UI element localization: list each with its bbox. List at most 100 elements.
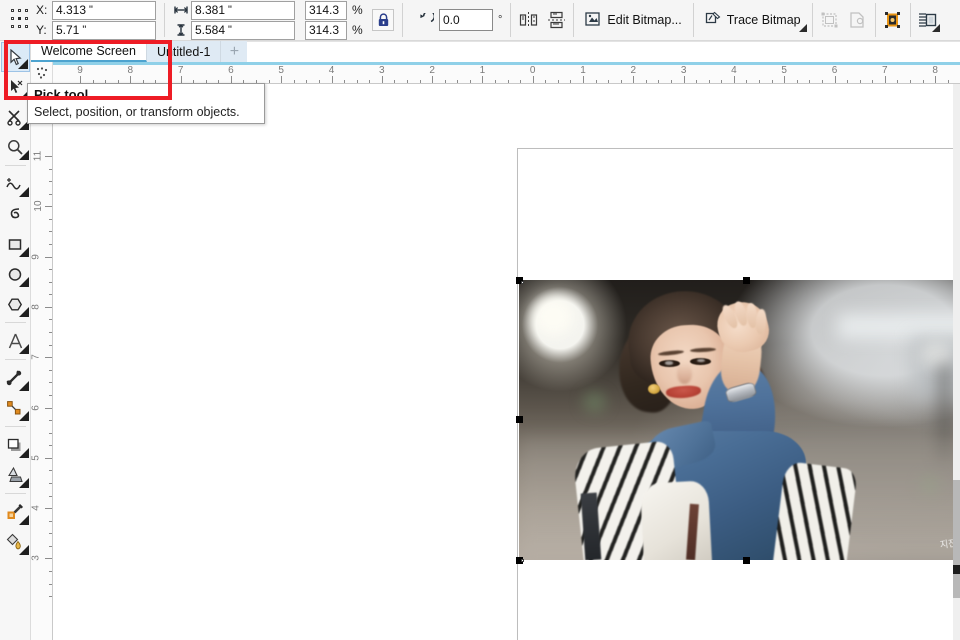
new-tab-button[interactable]: + [221,41,247,62]
x-position-row: X: 4.313 " [36,1,156,20]
ruler-tick-minor [49,533,52,534]
tool-tooltip: Pick tool Select, position, or transform… [27,83,265,124]
scale-horizontal-input[interactable]: 314.3 [305,1,347,20]
ruler-label-h: 6 [228,65,234,76]
sidebar-item-freehand-tool[interactable] [1,169,30,199]
flyout-arrow-icon[interactable] [19,515,29,525]
rotate-icon [417,11,435,29]
vertical-scrollbar-caret[interactable] [953,565,960,574]
vertical-ruler[interactable]: 11109876543 [31,84,53,640]
flyout-arrow-icon[interactable] [19,150,29,160]
toolbox-divider [5,426,26,427]
photo-bg-shelf [838,314,953,339]
artistic-media-tool-icon [7,206,24,223]
ruler-tick-minor [306,80,307,83]
sidebar-item-text-tool[interactable] [1,326,30,356]
sidebar-item-rectangle-tool[interactable] [1,229,30,259]
bitmap-effects-icon[interactable] [879,6,907,34]
vertical-scrollbar[interactable] [953,84,960,640]
ruler-tick-minor [49,596,52,597]
selection-handle-w[interactable] [516,416,523,423]
ruler-label-h: 5 [278,65,284,76]
height-value: 5.584 [195,22,225,39]
edit-bitmap-button[interactable]: Edit Bitmap... [577,6,689,34]
sidebar-item-ellipse-tool[interactable] [1,259,30,289]
ruler-tick-minor [49,483,52,484]
sidebar-item-crop-tool[interactable] [1,102,30,132]
edit-bitmap-icon [585,11,601,30]
sidebar-item-artistic-media-tool[interactable] [1,199,30,229]
ruler-label-v: 8 [31,304,41,310]
mirror-horizontal-icon[interactable] [514,6,542,34]
wrap-paragraph-text-icon[interactable] [914,6,942,34]
scale-factor-group: 314.3 % 314.3 % [300,0,367,41]
sidebar-item-drop-shadow-tool[interactable] [1,430,30,460]
flyout-arrow-icon[interactable] [18,59,28,69]
tab-welcome-screen[interactable]: Welcome Screen [31,41,147,62]
ruler-tick-minor [49,282,52,283]
flyout-arrow-icon[interactable] [19,545,29,555]
mirror-vertical-icon[interactable] [542,6,570,34]
selection-handle-sw[interactable] [516,557,523,564]
photo-bokeh-light [533,297,574,336]
selection-handle-nw[interactable] [516,277,523,284]
sidebar-item-interactive-fill-tool[interactable] [1,527,30,557]
object-width-icon [173,4,188,16]
flyout-arrow-icon[interactable] [19,448,29,458]
rotation-value: 0.0 [443,12,460,29]
vertical-scrollbar-thumb[interactable] [953,480,960,598]
width-input[interactable]: 8.381 " [191,1,295,20]
ruler-tick-major [45,357,52,358]
ruler-label-h: 7 [882,65,888,76]
ruler-tick-major [45,257,52,258]
ruler-label-h: 9 [77,65,83,76]
horizontal-ruler[interactable]: 987654321012345678 [53,62,960,84]
selection-handle-n[interactable] [743,277,750,284]
sidebar-item-parallel-dimension-tool[interactable] [1,363,30,393]
flyout-arrow-icon[interactable] [799,24,807,32]
trace-bitmap-button[interactable]: Trace Bitmap [697,6,809,34]
scale-vertical-input[interactable]: 314.3 [305,21,347,40]
toolbox-divider [5,165,26,166]
sidebar-item-color-eyedropper-tool[interactable] [1,497,30,527]
flyout-arrow-icon[interactable] [932,24,940,32]
drawing-canvas[interactable]: 지진 [53,84,953,640]
flyout-arrow-icon[interactable] [19,277,29,287]
ruler-origin-button[interactable] [31,62,53,84]
flyout-arrow-icon[interactable] [19,381,29,391]
ruler-label-v: 5 [31,455,41,461]
sidebar-item-zoom-tool[interactable] [1,132,30,162]
ruler-label-h: 4 [329,65,335,76]
lock-ratio-icon[interactable] [372,9,394,31]
flyout-arrow-icon[interactable] [19,247,29,257]
ruler-tick-minor [897,80,898,83]
ruler-tick-minor [49,319,52,320]
coreldraw-window: X: 4.313 " Y: 5.71 " [0,0,960,640]
toolbox-divider [5,322,26,323]
photo-striped-scarf-right [773,461,858,560]
tab-untitled-1[interactable]: Untitled-1 [147,41,222,62]
ruler-tick-minor [49,219,52,220]
selection-handle-s[interactable] [743,557,750,564]
sidebar-item-connector-tool[interactable] [1,393,30,423]
ruler-tick-major [45,508,52,509]
sidebar-item-shape-tool[interactable] [1,72,30,102]
y-position-input[interactable]: 5.71 " [52,21,156,40]
ruler-label-v: 9 [31,254,41,260]
flyout-arrow-icon[interactable] [19,344,29,354]
ruler-label-v: 6 [31,405,41,411]
sidebar-item-polygon-tool[interactable] [1,289,30,319]
rotation-input[interactable]: 0.0 [439,9,493,31]
ruler-tick-major [432,76,433,83]
height-input[interactable]: 5.584 " [191,21,295,40]
sidebar-item-transparency-tool[interactable] [1,460,30,490]
ruler-tick-minor [570,80,571,83]
sidebar-item-pick-tool[interactable] [1,42,30,72]
bitmap-photo[interactable]: 지진 [519,280,953,560]
flyout-arrow-icon[interactable] [19,187,29,197]
ruler-tick-minor [49,571,52,572]
flyout-arrow-icon[interactable] [19,411,29,421]
flyout-arrow-icon[interactable] [19,307,29,317]
flyout-arrow-icon[interactable] [19,478,29,488]
x-position-input[interactable]: 4.313 " [52,1,156,20]
